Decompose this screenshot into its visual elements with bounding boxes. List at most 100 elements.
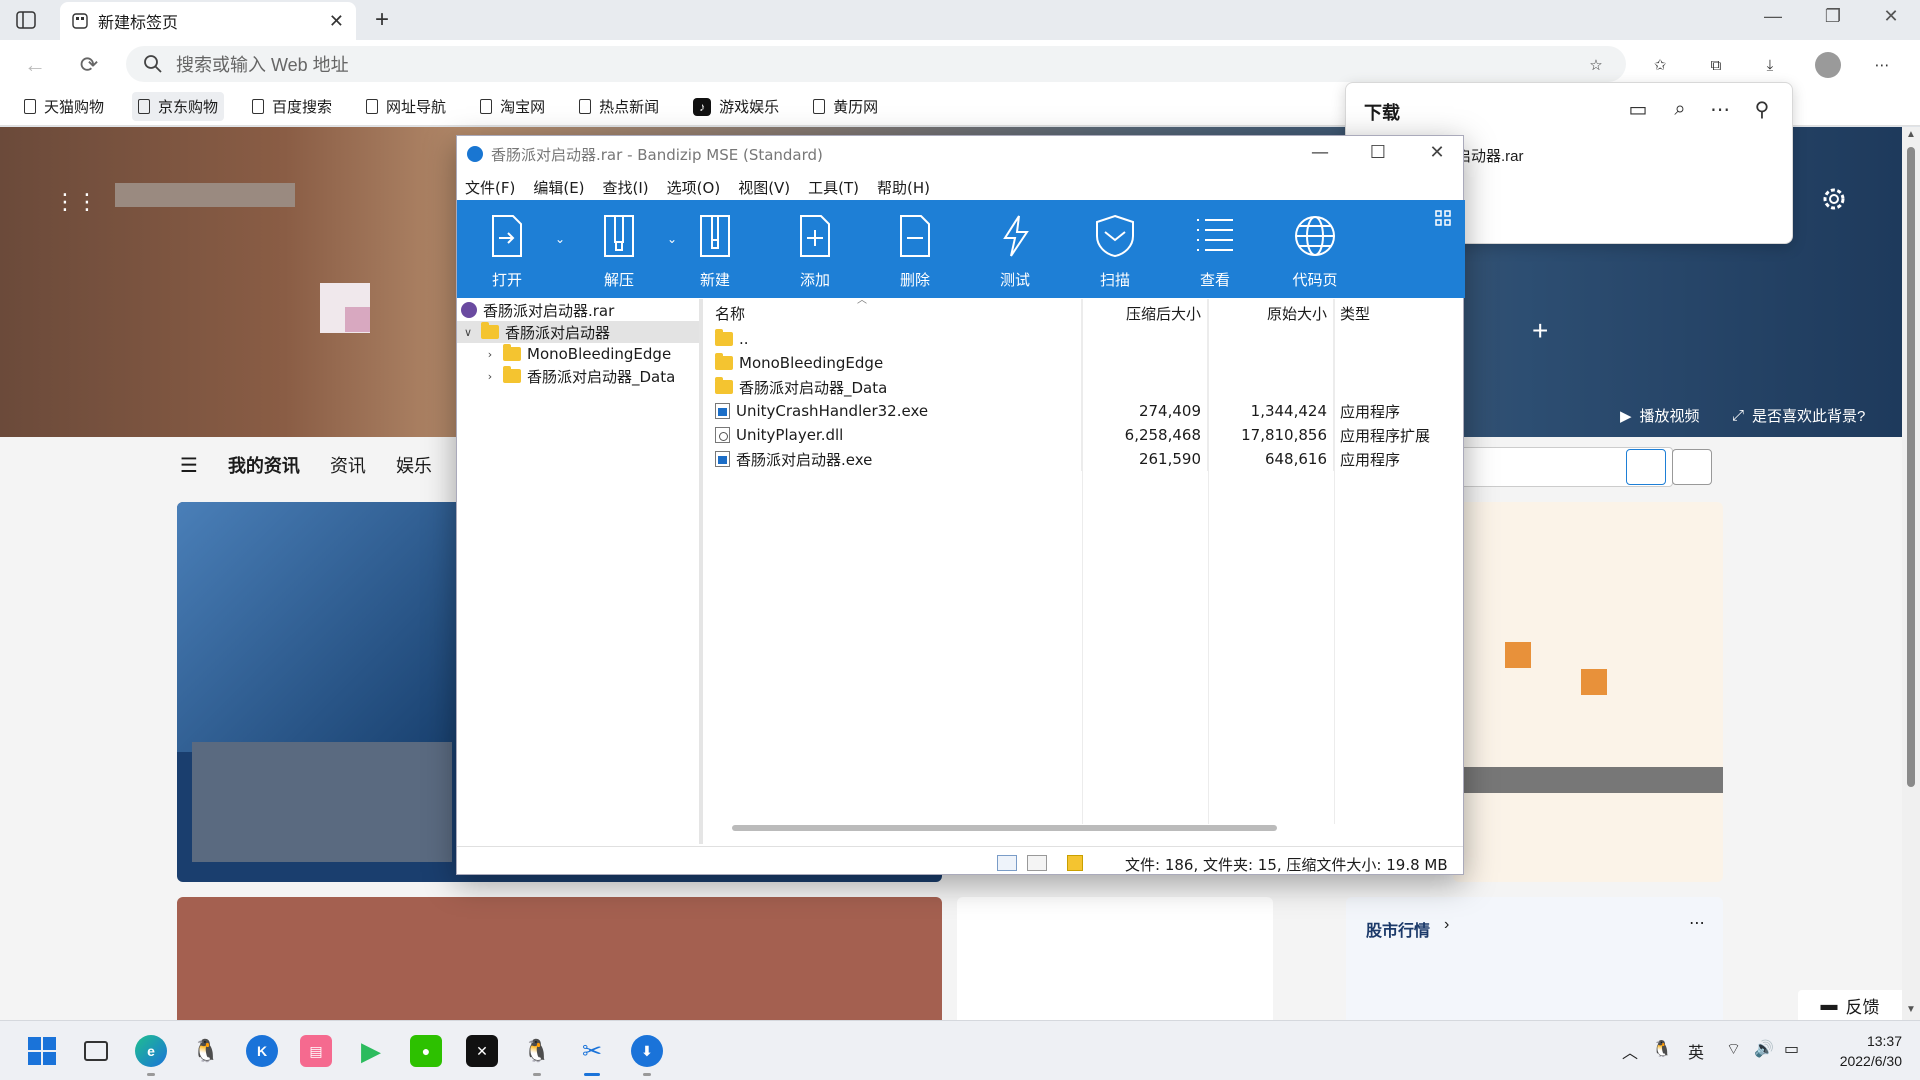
- column-original[interactable]: 原始大小: [1208, 299, 1334, 327]
- search-downloads-icon[interactable]: ⌕: [1668, 97, 1692, 121]
- column-compressed[interactable]: 压缩后大小: [1082, 299, 1208, 327]
- thumbnail-view-icon[interactable]: [1027, 855, 1047, 871]
- stock-card[interactable]: 股市行情 › ⋯: [1346, 897, 1723, 1020]
- add-shortcut-icon[interactable]: +: [1532, 315, 1548, 347]
- open-folder-icon[interactable]: ▭: [1626, 97, 1650, 121]
- expand-chevron-icon[interactable]: ›: [483, 348, 497, 361]
- codepage-button[interactable]: 代码页: [1265, 200, 1365, 298]
- menu-hamburger-icon[interactable]: ☰: [180, 453, 198, 478]
- bandizip-maximize-icon[interactable]: ☐: [1363, 142, 1393, 163]
- ime-indicator[interactable]: 英: [1688, 1039, 1704, 1063]
- list-view-button[interactable]: [1672, 449, 1712, 485]
- favorite-baidu[interactable]: 百度搜索: [246, 92, 338, 121]
- like-background-button[interactable]: ⤢ 是否喜欢此背景?: [1732, 405, 1865, 426]
- new-tab-button[interactable]: +: [368, 6, 396, 34]
- capcut-icon[interactable]: ✕: [466, 1035, 498, 1067]
- snipping-tool-icon[interactable]: ✂: [576, 1035, 608, 1067]
- list-item[interactable]: MonoBleedingEdge: [707, 351, 1463, 375]
- wechat-icon[interactable]: ●: [410, 1035, 442, 1067]
- tray-chevron-icon[interactable]: ︿: [1622, 1039, 1638, 1063]
- grid-view-button[interactable]: [1626, 449, 1666, 485]
- list-item[interactable]: 香肠派对启动器_Data: [707, 375, 1463, 399]
- scroll-down-icon[interactable]: ▼: [1906, 1004, 1916, 1015]
- test-button[interactable]: 测试: [965, 200, 1065, 298]
- feedback-button[interactable]: ▬ 反馈: [1798, 990, 1902, 1020]
- menu-file[interactable]: 文件(F): [465, 177, 515, 198]
- apps-grid-icon[interactable]: ⋮⋮: [54, 189, 98, 215]
- favorite-jd[interactable]: 京东购物: [132, 92, 225, 121]
- news-card-blank[interactable]: [957, 897, 1273, 1020]
- refresh-icon[interactable]: ⟳: [74, 50, 104, 80]
- favorites-icon[interactable]: ✩: [1646, 51, 1674, 79]
- tree-root[interactable]: 香肠派对启动器.rar: [457, 299, 699, 321]
- pin-icon[interactable]: ⚲: [1750, 97, 1774, 121]
- horizontal-scrollbar[interactable]: [732, 825, 1277, 831]
- clock[interactable]: 13:37 2022/6/30: [1826, 1031, 1902, 1071]
- tray-qq-icon[interactable]: 🐧: [1652, 1039, 1672, 1059]
- address-bar[interactable]: 搜索或输入 Web 地址: [126, 46, 1626, 82]
- news-card-bottom[interactable]: [177, 897, 942, 1020]
- scroll-up-icon[interactable]: ▲: [1906, 129, 1916, 140]
- close-window-icon[interactable]: ✕: [1876, 6, 1906, 27]
- favorite-almanac[interactable]: 黄历网: [807, 92, 884, 121]
- delete-button[interactable]: 删除: [865, 200, 965, 298]
- start-windows-icon[interactable]: [26, 1035, 58, 1067]
- menu-help[interactable]: 帮助(H): [877, 177, 930, 198]
- tree-folder-root[interactable]: ∨ 香肠派对启动器: [457, 321, 699, 343]
- new-archive-button[interactable]: 新建: [665, 200, 765, 298]
- bilibili-icon[interactable]: ▤: [300, 1035, 332, 1067]
- more-icon[interactable]: ⋯: [1689, 913, 1705, 933]
- tab-entertainment[interactable]: 娱乐: [396, 452, 432, 478]
- menu-view[interactable]: 视图(V): [738, 177, 790, 198]
- favorite-games[interactable]: ♪ 游戏娱乐: [687, 92, 785, 121]
- favorite-taobao[interactable]: 淘宝网: [474, 92, 551, 121]
- bandizip-close-icon[interactable]: ✕: [1422, 142, 1452, 163]
- qq-icon[interactable]: 🐧: [190, 1035, 222, 1067]
- more-menu-icon[interactable]: ⋯: [1868, 51, 1896, 79]
- minimize-icon[interactable]: —: [1758, 6, 1788, 27]
- play-video-button[interactable]: ▶ 播放视频: [1620, 405, 1700, 426]
- task-view-icon[interactable]: [80, 1035, 112, 1067]
- tab-my-news[interactable]: 我的资讯: [228, 452, 300, 478]
- tab-news[interactable]: 资讯: [330, 452, 366, 478]
- settings-gear-icon[interactable]: [1818, 183, 1850, 215]
- tab-new-tab[interactable]: 新建标签页 ✕: [60, 2, 356, 40]
- page-scrollbar[interactable]: ▲ ▼: [1902, 127, 1920, 1020]
- menu-tools[interactable]: 工具(T): [808, 177, 859, 198]
- wifi-icon[interactable]: ⌔: [1726, 1039, 1741, 1059]
- restore-icon[interactable]: ❐: [1818, 6, 1848, 27]
- more-options-icon[interactable]: ⋯: [1708, 97, 1732, 121]
- menu-find[interactable]: 查找(I): [603, 177, 649, 198]
- collapse-chevron-icon[interactable]: ∨: [461, 326, 475, 339]
- tree-folder-data[interactable]: › 香肠派对启动器_Data: [457, 365, 699, 387]
- kugou-icon[interactable]: K: [246, 1035, 278, 1067]
- favorite-tmall[interactable]: 天猫购物: [18, 92, 110, 121]
- dropdown-arrow-icon[interactable]: ⌄: [555, 232, 565, 246]
- tab-actions-icon[interactable]: [14, 8, 38, 32]
- menu-edit[interactable]: 编辑(E): [533, 177, 584, 198]
- scan-button[interactable]: 扫描: [1065, 200, 1165, 298]
- list-item[interactable]: 香肠派对启动器.exe 261,590 648,616 应用程序: [707, 447, 1463, 471]
- list-item[interactable]: ..: [707, 327, 1463, 351]
- column-type[interactable]: 类型: [1334, 299, 1459, 327]
- downloads-icon[interactable]: ⤓: [1756, 51, 1784, 79]
- menu-options[interactable]: 选项(O): [667, 177, 721, 198]
- favorite-news[interactable]: 热点新闻: [573, 92, 665, 121]
- expand-chevron-icon[interactable]: ›: [483, 370, 497, 383]
- edge-browser-icon[interactable]: e: [135, 1035, 167, 1067]
- archive-info-icon[interactable]: [1067, 855, 1083, 871]
- video-player-icon[interactable]: ▶: [355, 1035, 387, 1067]
- details-view-icon[interactable]: [997, 855, 1017, 871]
- battery-icon[interactable]: ▭: [1784, 1039, 1799, 1059]
- column-name[interactable]: 名称: [707, 299, 1082, 327]
- view-button[interactable]: 查看: [1165, 200, 1265, 298]
- profile-avatar[interactable]: [1814, 51, 1842, 79]
- tree-folder-mono[interactable]: › MonoBleedingEdge: [457, 343, 699, 365]
- layout-grid-icon[interactable]: [1435, 210, 1451, 226]
- back-icon[interactable]: ←: [20, 50, 50, 80]
- extract-button[interactable]: ⌄ 解压: [569, 200, 677, 298]
- scrollbar-thumb[interactable]: [1907, 147, 1915, 787]
- add-button[interactable]: 添加: [765, 200, 865, 298]
- collections-icon[interactable]: ⧉: [1702, 51, 1730, 79]
- news-card-right[interactable]: [1453, 502, 1723, 882]
